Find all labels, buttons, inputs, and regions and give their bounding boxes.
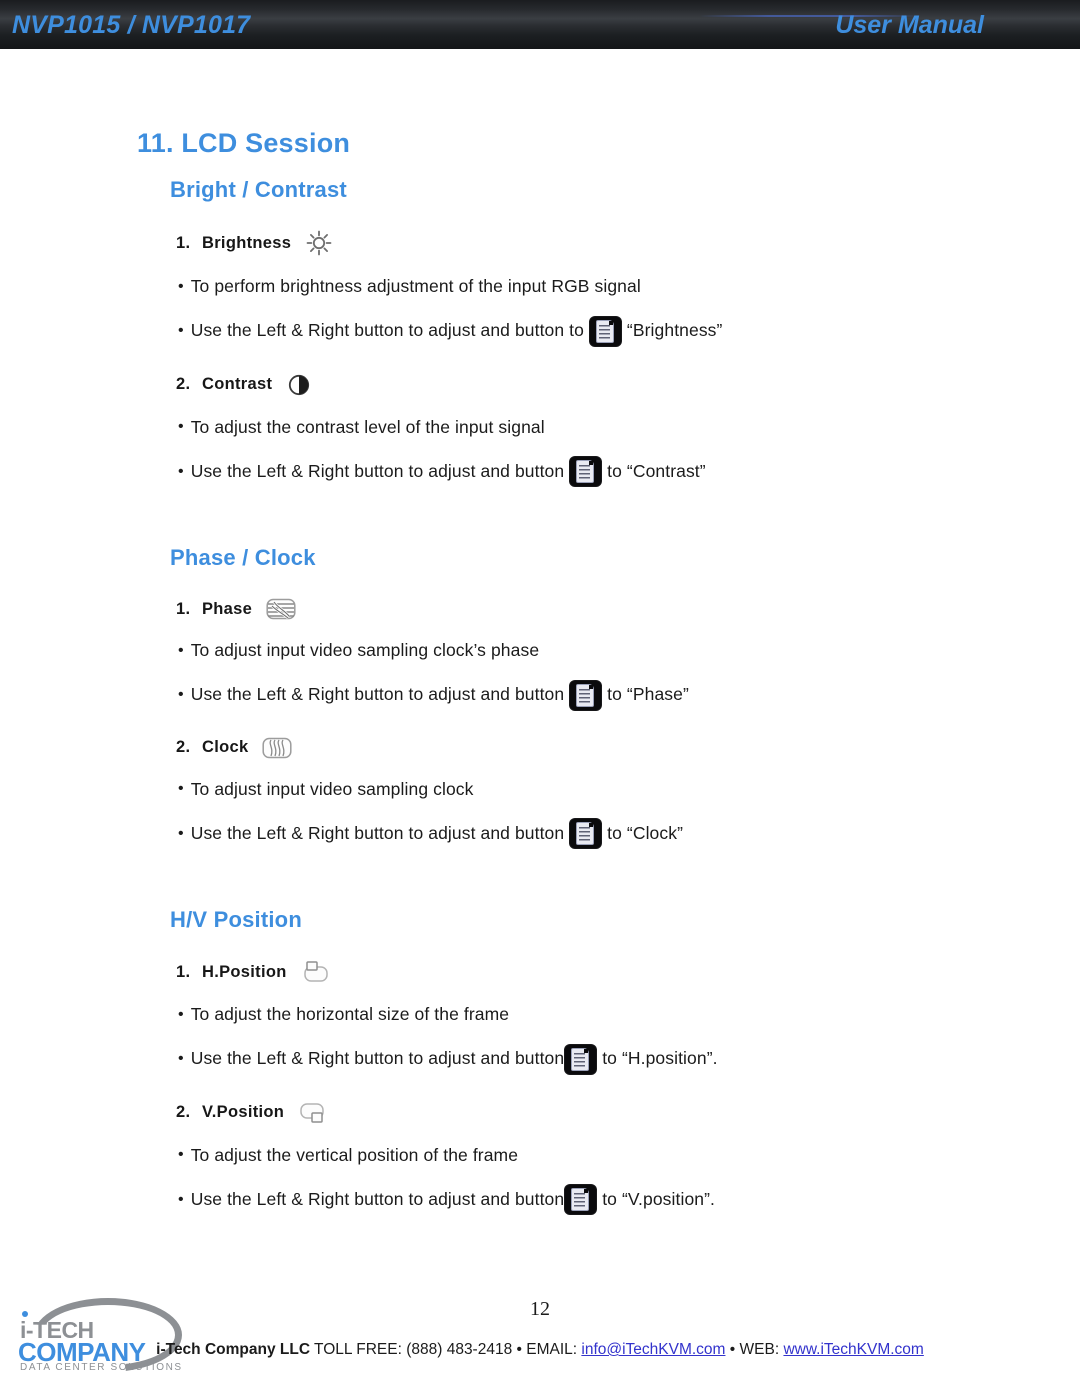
- logo-line-3: DATA CENTER SOLUTIONS: [20, 1362, 183, 1373]
- bullet-item: • Use the Left & Right button to adjust …: [178, 457, 1080, 486]
- footer-web-label: • WEB:: [725, 1341, 784, 1358]
- bullet-text: Use the Left & Right button to adjust an…: [190, 320, 589, 341]
- item-label: Phase: [202, 599, 253, 618]
- bullet-dot: •: [178, 780, 184, 798]
- lcd-menu-button-icon[interactable]: [570, 819, 602, 848]
- bullet-text-tail: to “Contrast”: [602, 460, 706, 481]
- item-label: V.Position: [202, 1103, 285, 1121]
- item-number: 2.: [176, 738, 191, 756]
- bullet-dot: •: [178, 322, 184, 339]
- page-footer: i-TECH COMPANY DATA CENTER SOLUTIONS 12 …: [0, 1290, 1080, 1397]
- bullet-dot: •: [178, 277, 184, 295]
- bullet-item: • To adjust the horizontal size of the f…: [178, 1004, 1080, 1024]
- bullet-text-tail: “Brightness”: [621, 320, 723, 341]
- bullet-text: To adjust the vertical position of the f…: [190, 1144, 519, 1165]
- h-position-icon: [301, 959, 331, 985]
- bullet-dot: •: [178, 462, 184, 480]
- item-number: 2.: [176, 375, 191, 393]
- footer-tollfree-text: TOLL FREE: (888) 483-2418 • EMAIL:: [310, 1341, 582, 1358]
- bullet-dot: •: [178, 1050, 184, 1067]
- list-item-h-position: 1. H.Position: [176, 959, 1080, 985]
- item-number: 1.: [176, 599, 191, 618]
- lcd-menu-button-icon[interactable]: [570, 680, 602, 710]
- list-item-brightness: 1. Brightness: [176, 229, 1080, 257]
- contrast-half-circle-icon: [286, 372, 312, 398]
- bullet-dot: •: [178, 641, 184, 659]
- page-number: 12: [530, 1298, 550, 1320]
- phase-horizontal-waves-icon: [266, 597, 296, 621]
- bullet-text-tail: to “Phase”: [602, 684, 689, 705]
- bullet-dot: •: [178, 1005, 184, 1023]
- footer-company-name: i-Tech Company LLC: [156, 1341, 311, 1358]
- item-label: Contrast: [202, 375, 273, 393]
- page-title: 11. LCD Session: [137, 128, 351, 158]
- bullet-item: • Use the Left & Right button to adjust …: [178, 680, 1080, 710]
- bullet-item: • To adjust the vertical position of the…: [178, 1144, 1080, 1165]
- lcd-menu-button-icon[interactable]: [589, 316, 621, 346]
- list-item-phase: 1. Phase: [176, 597, 1080, 621]
- lcd-menu-button-icon[interactable]: [570, 457, 602, 486]
- item-number: 1.: [176, 233, 191, 252]
- bullet-item: • Use the Left & Right button to adjust …: [178, 1044, 1080, 1074]
- item-number: 1.: [176, 962, 191, 981]
- lcd-menu-button-icon[interactable]: [565, 1185, 597, 1214]
- bullet-text-tail: to “H.position”.: [597, 1048, 718, 1069]
- bullet-text: To adjust input video sampling clock’s p…: [190, 640, 540, 660]
- document-content: 11. LCD Session Bright / Contrast 1. Bri…: [0, 49, 1080, 1214]
- item-number: 2.: [176, 1103, 191, 1121]
- footer-contact-line: i-Tech Company LLC TOLL FREE: (888) 483-…: [0, 1341, 1080, 1359]
- bullet-dot: •: [178, 1190, 184, 1208]
- section-heading-phase-clock: Phase / Clock: [170, 545, 316, 570]
- bullet-item: • To adjust input video sampling clock’s…: [178, 640, 1080, 660]
- bullet-item: • To adjust input video sampling clock: [178, 778, 1080, 799]
- bullet-text: To perform brightness adjustment of the …: [190, 276, 641, 296]
- bullet-dot: •: [178, 418, 184, 436]
- bullet-item: • Use the Left & Right button to adjust …: [178, 316, 1080, 346]
- bullet-text: Use the Left & Right button to adjust an…: [190, 460, 570, 481]
- list-item-contrast: 2. Contrast: [176, 372, 1080, 398]
- section-heading-hv-position: H/V Position: [170, 907, 302, 932]
- item-label: Brightness: [202, 233, 292, 252]
- bullet-text: Use the Left & Right button to adjust an…: [190, 1048, 565, 1069]
- bullet-dot: •: [178, 686, 184, 703]
- bullet-item: • Use the Left & Right button to adjust …: [178, 1185, 1080, 1214]
- bullet-text: Use the Left & Right button to adjust an…: [190, 684, 570, 705]
- bullet-item: • To perform brightness adjustment of th…: [178, 276, 1080, 296]
- bullet-text-tail: to “V.position”.: [597, 1188, 716, 1209]
- v-position-icon: [298, 1100, 328, 1126]
- bullet-text: To adjust the contrast level of the inpu…: [190, 416, 545, 437]
- section-heading-bright-contrast: Bright / Contrast: [170, 177, 347, 202]
- bullet-text: To adjust the horizontal size of the fra…: [190, 1004, 510, 1024]
- bullet-text: To adjust input video sampling clock: [190, 778, 474, 799]
- list-item-clock: 2. Clock: [176, 736, 1080, 760]
- bullet-item: • To adjust the contrast level of the in…: [178, 416, 1080, 437]
- header-document-type: User Manual: [835, 11, 984, 39]
- item-label: Clock: [202, 738, 249, 756]
- list-item-v-position: 2. V.Position: [176, 1100, 1080, 1126]
- lcd-menu-button-icon[interactable]: [565, 1044, 597, 1074]
- footer-web-link[interactable]: www.iTechKVM.com: [783, 1341, 923, 1358]
- bullet-dot: •: [178, 824, 184, 842]
- bullet-text-tail: to “Clock”: [602, 822, 684, 843]
- header-model-title: NVP1015 / NVP1017: [12, 11, 251, 39]
- page-header-bar: NVP1015 / NVP1017 User Manual: [0, 0, 1080, 49]
- clock-vertical-waves-icon: [262, 736, 292, 760]
- bullet-item: • Use the Left & Right button to adjust …: [178, 819, 1080, 848]
- bullet-dot: •: [178, 1146, 184, 1164]
- footer-email-link[interactable]: info@iTechKVM.com: [581, 1341, 725, 1358]
- item-label: H.Position: [202, 962, 287, 981]
- bullet-text: Use the Left & Right button to adjust an…: [190, 822, 570, 843]
- bullet-text: Use the Left & Right button to adjust an…: [190, 1188, 565, 1209]
- brightness-sun-icon: [305, 229, 333, 257]
